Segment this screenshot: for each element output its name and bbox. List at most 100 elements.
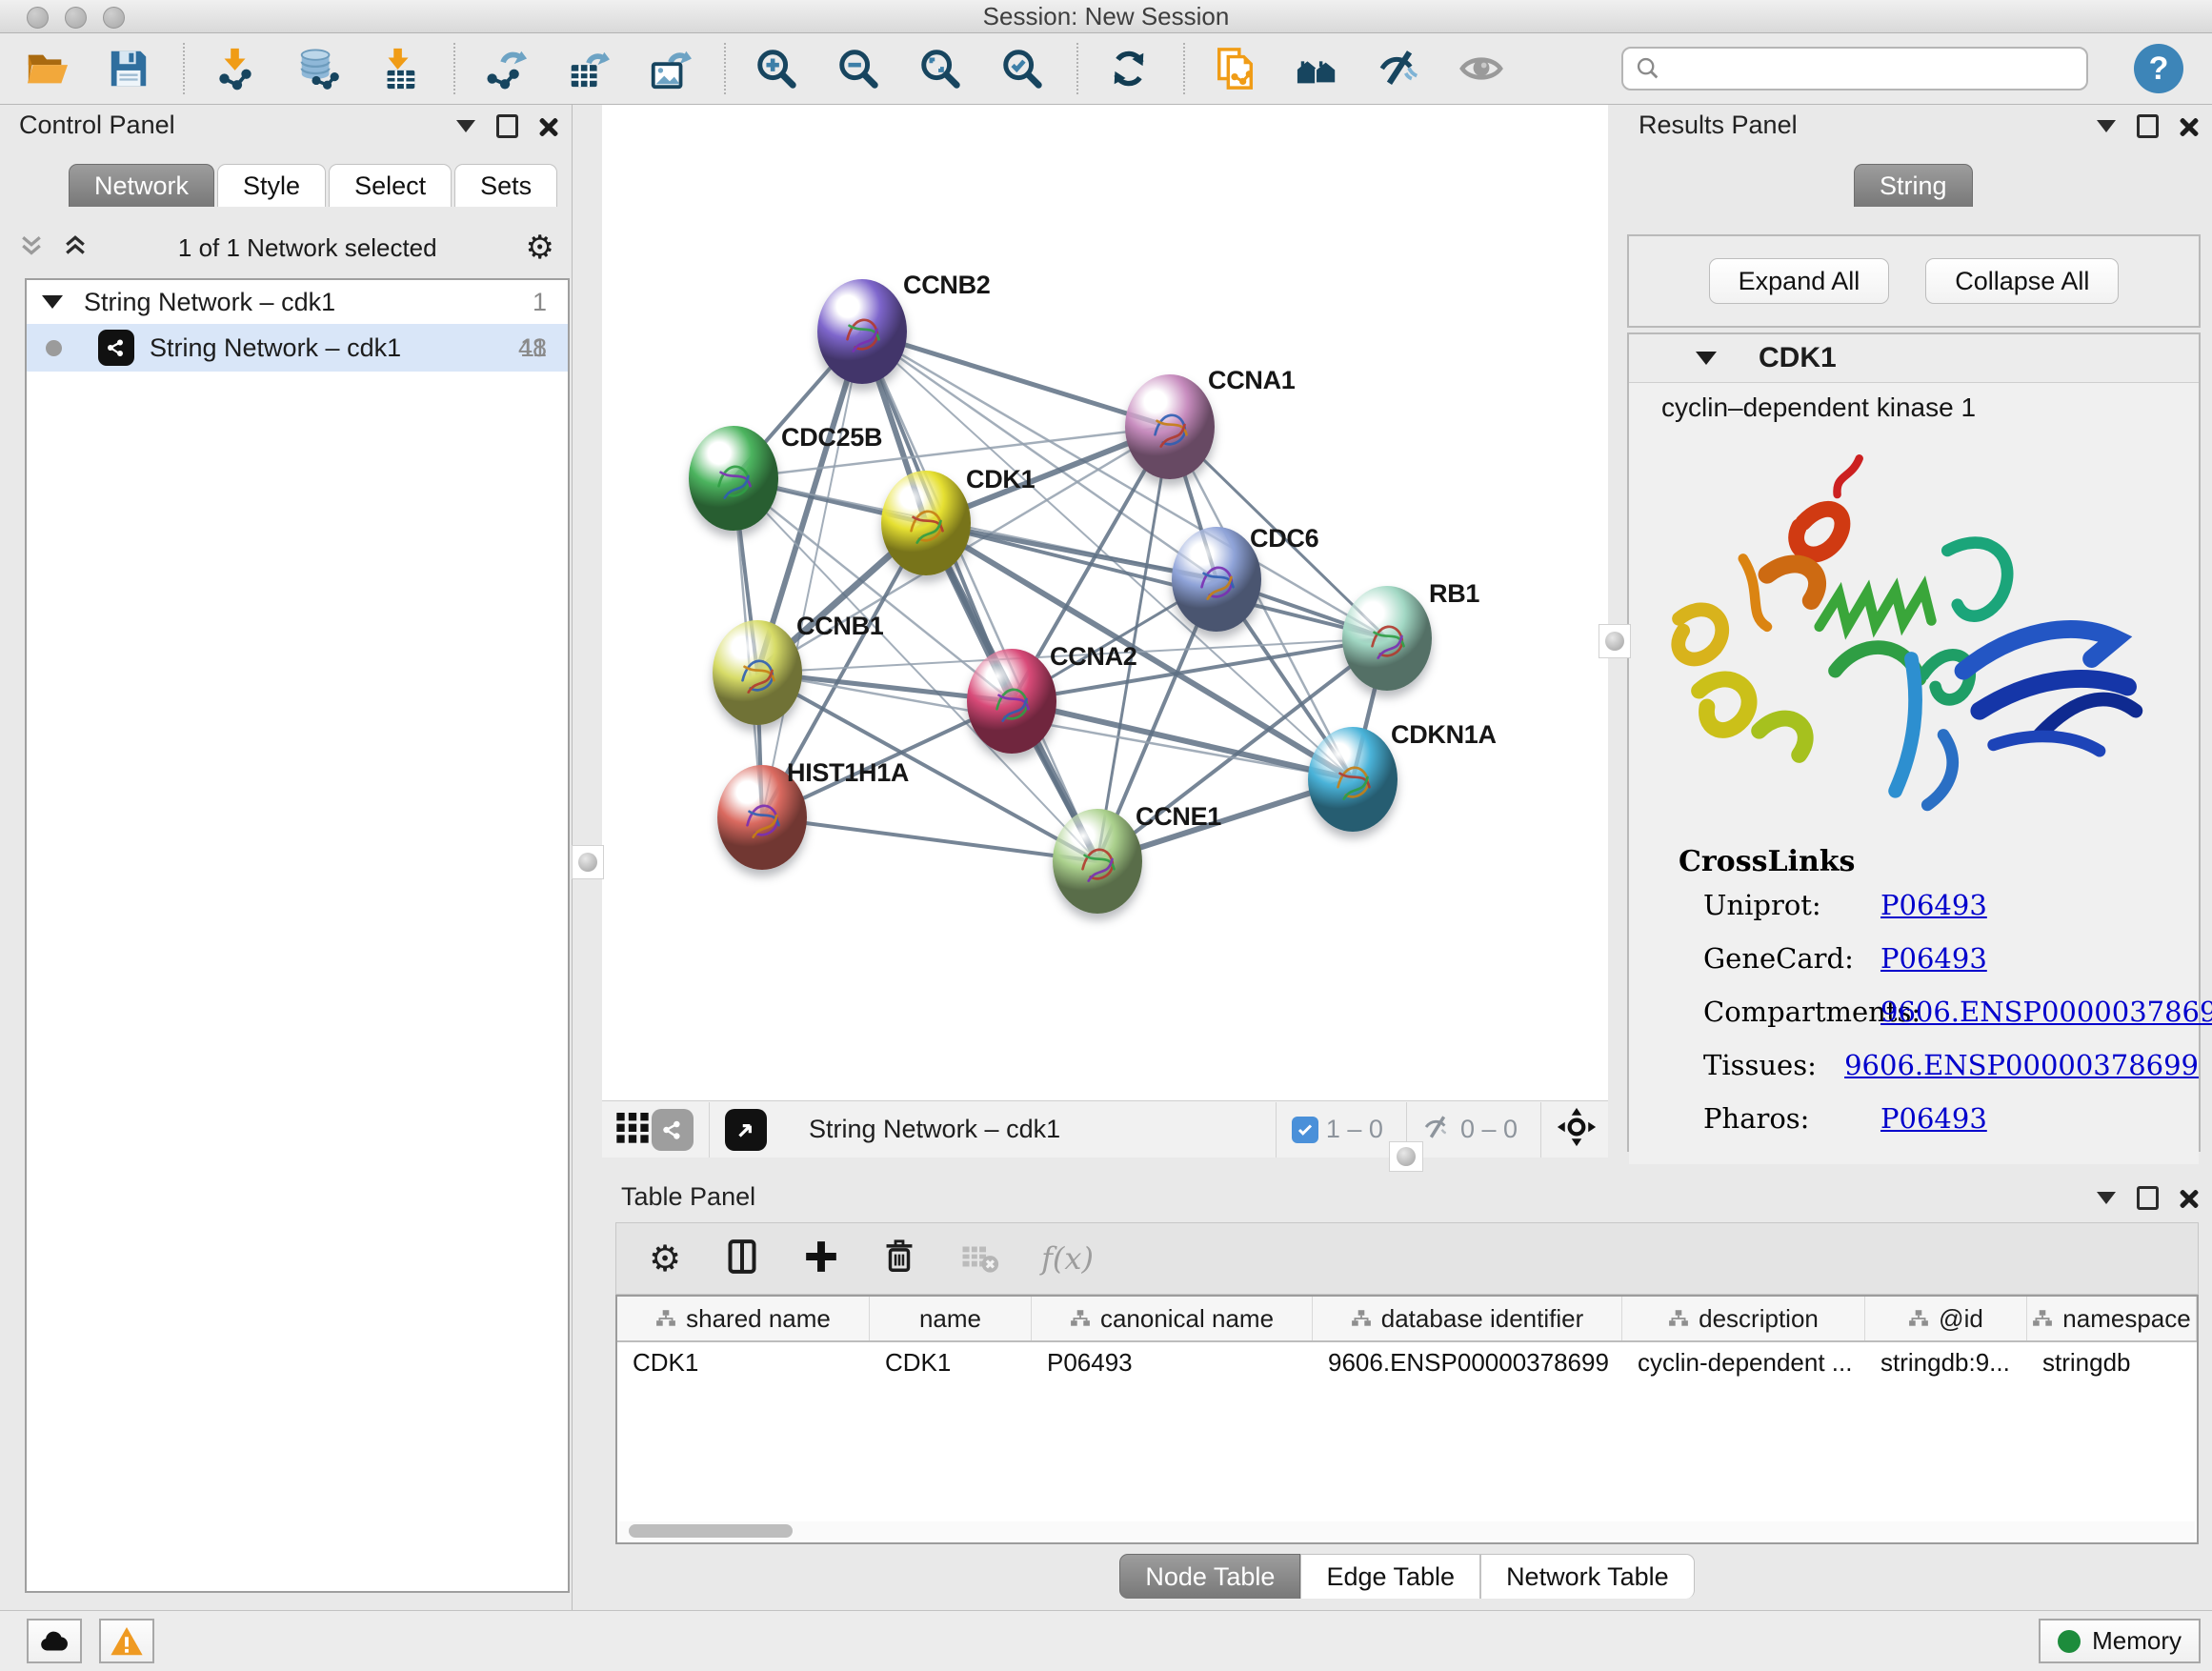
- section-expand-icon[interactable]: [1696, 352, 1717, 365]
- table-options-icon[interactable]: ⚙: [649, 1240, 681, 1277]
- table-cell[interactable]: 9606.ENSP00000378699: [1313, 1342, 1622, 1382]
- tab-sets[interactable]: Sets: [454, 164, 557, 207]
- zoom-fit-icon[interactable]: [913, 41, 968, 96]
- panel-collapse-icon[interactable]: [2097, 120, 2116, 132]
- delete-table-icon[interactable]: [959, 1237, 999, 1281]
- function-builder-icon[interactable]: f(x): [1041, 1240, 1094, 1277]
- panel-float-icon[interactable]: [496, 114, 518, 138]
- panel-close-icon[interactable]: [2180, 117, 2199, 136]
- zoom-out-icon[interactable]: [831, 41, 886, 96]
- pan-mode-icon[interactable]: [1557, 1107, 1597, 1152]
- edge-CCNB2-CCNA1[interactable]: [862, 332, 1170, 427]
- panel-close-icon[interactable]: [539, 117, 558, 136]
- horizontal-splitter-handle[interactable]: [1389, 1141, 1423, 1172]
- crosslink-link[interactable]: P06493: [1880, 889, 1987, 921]
- delete-column-icon[interactable]: [881, 1238, 917, 1279]
- tab-select[interactable]: Select: [329, 164, 452, 207]
- show-all-icon[interactable]: [1454, 41, 1509, 96]
- refresh-icon[interactable]: [1101, 41, 1156, 96]
- add-column-icon[interactable]: [803, 1238, 839, 1279]
- panel-close-icon[interactable]: [2180, 1189, 2199, 1208]
- node-CDC6[interactable]: [1172, 527, 1261, 632]
- column-header-database-identifier[interactable]: database identifier: [1313, 1297, 1622, 1340]
- export-image-icon[interactable]: [642, 41, 697, 96]
- collapse-all-networks-icon[interactable]: [61, 232, 90, 265]
- table-cell[interactable]: CDK1: [617, 1342, 870, 1382]
- left-splitter-handle[interactable]: [572, 845, 604, 879]
- collapse-all-button[interactable]: Collapse All: [1925, 258, 2119, 304]
- expand-all-button[interactable]: Expand All: [1709, 258, 1890, 304]
- column-header-name[interactable]: name: [870, 1297, 1032, 1340]
- show-columns-icon[interactable]: [723, 1238, 761, 1280]
- panel-float-icon[interactable]: [2137, 1186, 2159, 1210]
- crosslink-link[interactable]: P06493: [1880, 1102, 1987, 1135]
- table-cell[interactable]: stringdb: [2027, 1342, 2197, 1382]
- column-header-namespace[interactable]: namespace: [2027, 1297, 2197, 1340]
- node-CCNB2[interactable]: [817, 279, 907, 384]
- column-header--id[interactable]: @id: [1865, 1297, 2027, 1340]
- scrollbar-thumb[interactable]: [629, 1524, 793, 1538]
- selected-nodes-checkbox[interactable]: [1292, 1117, 1318, 1143]
- cloud-status-icon[interactable]: [27, 1619, 82, 1663]
- zoom-in-icon[interactable]: [749, 41, 804, 96]
- import-table-icon[interactable]: [372, 41, 427, 96]
- network-row[interactable]: String Network – cdk1 11 48: [27, 324, 568, 372]
- node-CCNE1[interactable]: [1053, 809, 1142, 914]
- node-CCNA2[interactable]: [967, 649, 1056, 754]
- open-session-icon[interactable]: [19, 41, 74, 96]
- network-badge-icon[interactable]: [652, 1109, 694, 1151]
- edge-CCNA2-CDKN1A[interactable]: [1012, 701, 1353, 779]
- tab-edge-table[interactable]: Edge Table: [1300, 1554, 1480, 1599]
- table-cell[interactable]: stringdb:9...: [1865, 1342, 2027, 1382]
- column-header-description[interactable]: description: [1622, 1297, 1865, 1340]
- column-header-shared-name[interactable]: shared name: [617, 1297, 870, 1340]
- warning-status-icon[interactable]: [99, 1619, 154, 1663]
- network-list-options-icon[interactable]: ⚙: [526, 232, 554, 264]
- table-horizontal-scrollbar[interactable]: [619, 1521, 2195, 1540]
- crosslink-link[interactable]: 9606.ENSP00000378699: [1880, 996, 2212, 1028]
- tab-network-table[interactable]: Network Table: [1480, 1554, 1695, 1599]
- table-row[interactable]: CDK1CDK1P064939606.ENSP00000378699cyclin…: [617, 1342, 2197, 1382]
- import-network-database-icon[interactable]: [290, 41, 345, 96]
- import-network-file-icon[interactable]: [208, 41, 263, 96]
- search-input[interactable]: [1621, 47, 2088, 91]
- export-table-icon[interactable]: [560, 41, 615, 96]
- network-view-canvas[interactable]: CCNB2 CCNA1 CDC25B CDK1 CDC6: [602, 105, 1608, 1158]
- node-RB1[interactable]: [1342, 586, 1432, 691]
- panel-collapse-icon[interactable]: [2097, 1192, 2116, 1204]
- panel-float-icon[interactable]: [2137, 114, 2159, 138]
- export-network-icon[interactable]: [478, 41, 533, 96]
- panel-collapse-icon[interactable]: [456, 120, 475, 132]
- table-cell[interactable]: CDK1: [870, 1342, 1032, 1382]
- zoom-selected-icon[interactable]: [995, 41, 1050, 96]
- tab-network[interactable]: Network: [69, 164, 214, 207]
- clone-network-icon[interactable]: [1208, 41, 1263, 96]
- table-cell[interactable]: P06493: [1032, 1342, 1313, 1382]
- right-splitter-handle[interactable]: [1599, 624, 1631, 658]
- help-icon[interactable]: ?: [2134, 44, 2183, 93]
- tab-node-table[interactable]: Node Table: [1119, 1554, 1300, 1599]
- gene-section-header[interactable]: CDK1: [1629, 334, 2199, 383]
- edge-HIST1H1A-CCNE1[interactable]: [762, 817, 1097, 861]
- column-header-canonical-name[interactable]: canonical name: [1032, 1297, 1313, 1340]
- node-CCNB1[interactable]: [713, 620, 802, 725]
- collection-expand-icon[interactable]: [42, 295, 63, 309]
- hidden-items-icon[interactable]: [1422, 1112, 1453, 1147]
- memory-button[interactable]: Memory: [2039, 1619, 2201, 1663]
- node-CCNA1[interactable]: [1125, 374, 1215, 479]
- tab-string[interactable]: String: [1854, 164, 1973, 207]
- hide-selected-icon[interactable]: [1372, 41, 1427, 96]
- birdseye-view-icon[interactable]: [725, 1109, 767, 1151]
- save-session-icon[interactable]: [101, 41, 156, 96]
- crosslink-link[interactable]: 9606.ENSP00000378699: [1844, 1049, 2199, 1081]
- tab-style[interactable]: Style: [217, 164, 326, 207]
- grid-view-icon[interactable]: [613, 1108, 652, 1151]
- crosslink-link[interactable]: P06493: [1880, 942, 1987, 975]
- node-CDK1[interactable]: [881, 471, 971, 575]
- table-cell[interactable]: cyclin-dependent ...: [1622, 1342, 1865, 1382]
- node-CDKN1A[interactable]: [1308, 727, 1398, 832]
- expand-all-networks-icon[interactable]: [17, 232, 46, 265]
- first-neighbors-icon[interactable]: [1290, 41, 1345, 96]
- network-collection-row[interactable]: String Network – cdk1 1: [27, 280, 568, 324]
- node-CDC25B[interactable]: [689, 426, 778, 531]
